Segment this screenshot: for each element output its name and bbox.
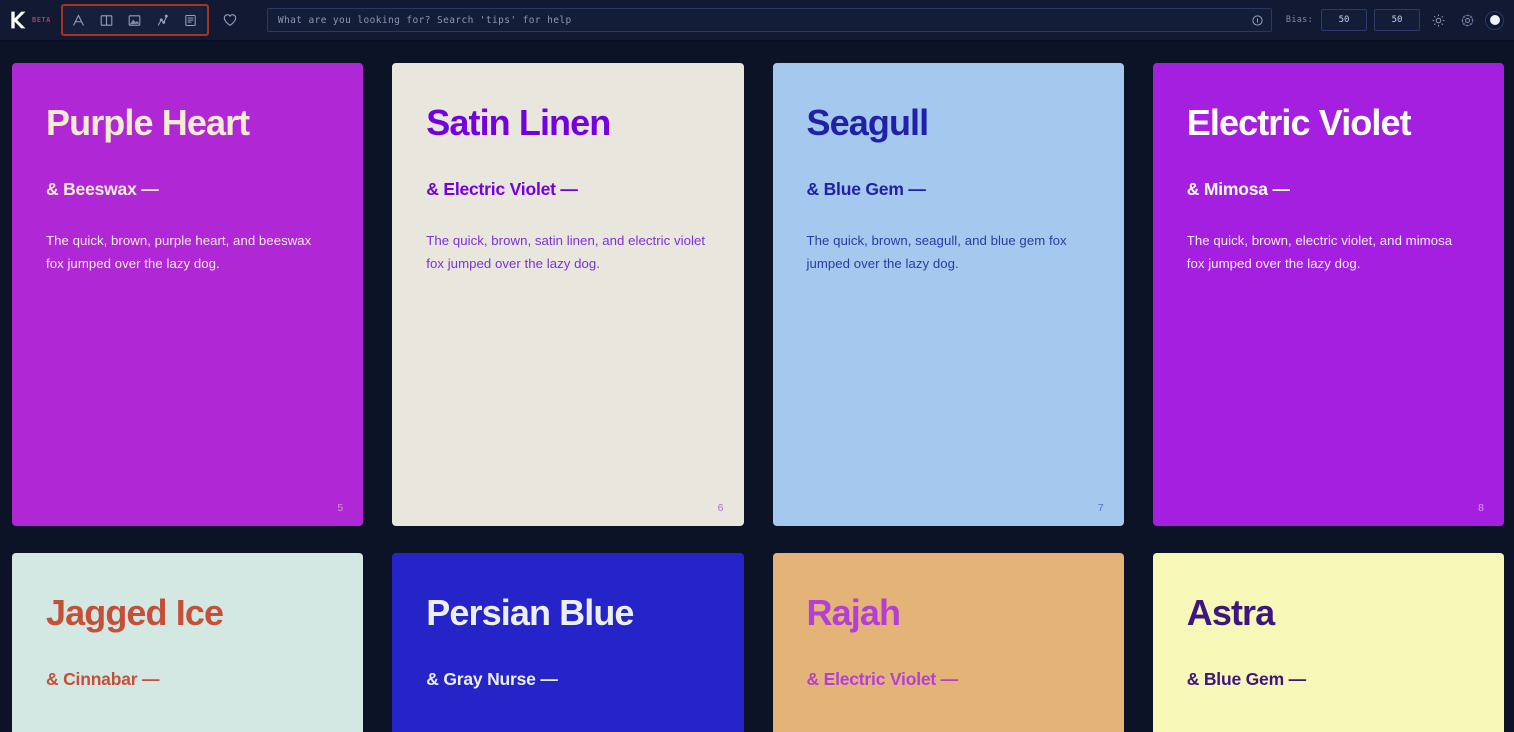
columns-icon [101,14,113,26]
search-input[interactable] [267,9,1245,31]
list-icon [185,14,197,26]
brand-subtitle: BETA [32,16,51,24]
card-index: 7 [1097,502,1104,514]
card-title: Purple Heart [46,102,250,143]
brightness-button[interactable] [1427,9,1449,31]
tool-group [60,4,209,36]
layout-tool-button[interactable] [93,8,121,32]
card-pair-label: & Electric Violet — [426,178,578,199]
typography-tool-button[interactable] [65,8,93,32]
card-pair-label: & Blue Gem — [806,178,926,199]
card-body-text: The quick, brown, electric violet, and m… [1186,232,1453,271]
card-body-text: The quick, brown, seagull, and blue gem … [806,232,1067,271]
image-tool-button[interactable] [121,8,149,32]
card-body-text: The quick, brown, satin linen, and elect… [426,232,706,271]
card-title: Rajah [806,592,901,633]
list-tool-button[interactable] [177,8,205,32]
card-pair-label: & Beeswax — [46,178,159,199]
card-title: Seagull [806,102,930,143]
card-index: 5 [337,502,344,514]
card-body-text: The quick, brown, purple heart, and bees… [46,232,312,271]
color-card[interactable]: Satin Linen & Electric Violet — The quick,… [392,63,744,526]
theme-toggle-button[interactable] [1485,10,1504,30]
card-index: 8 [1478,502,1484,514]
search-info-button[interactable] [1245,14,1271,27]
search-bar[interactable] [266,8,1272,32]
card-title: Persian Blue [426,592,634,633]
k-logo-icon [11,11,26,29]
image-icon [129,14,141,26]
favorites-button[interactable] [215,8,245,32]
color-card-grid: Purple Heart & Beeswax — The quick, brown,… [0,41,1514,732]
card-pair-label: & Electric Violet — [806,668,959,689]
heart-icon [223,14,237,27]
bias-field-two[interactable] [1374,9,1420,31]
gear-icon [1461,14,1473,26]
card-pair-label: & Gray Nurse — [426,668,558,689]
color-card[interactable]: Rajah & Electric Violet — [772,553,1124,732]
info-circle-icon [1252,14,1263,26]
scatter-tool-button[interactable] [149,8,177,32]
card-title: Jagged Ice [46,592,224,633]
bias-field-one[interactable] [1321,9,1367,31]
bias-label: Bias: [1285,15,1313,25]
color-card[interactable]: Seagull & Blue Gem — The quick, brown, sea… [772,63,1124,526]
color-card[interactable]: Astra & Blue Gem — [1152,553,1504,732]
scatter-plot-icon [158,14,169,26]
card-pair-label: & Blue Gem — [1186,668,1306,689]
card-title: Astra [1186,592,1275,633]
color-card[interactable]: Persian Blue & Gray Nurse — [392,553,744,732]
brand-logo[interactable]: BETA [8,10,51,30]
card-index: 6 [717,502,724,514]
color-card[interactable]: Jagged Ice & Cinnabar — [12,553,364,732]
card-title: Satin Linen [426,102,611,143]
color-card[interactable]: Purple Heart & Beeswax — The quick, brown,… [12,63,364,526]
card-pair-label: & Mimosa — [1186,178,1290,199]
top-toolbar: BETA What are you looking for? Search 't… [0,0,1514,41]
brightness-icon [1432,14,1444,26]
theme-toggle-dot [1489,15,1500,25]
settings-button[interactable] [1456,9,1478,31]
letter-a-icon [73,13,85,26]
card-title: Electric Violet [1186,102,1412,143]
right-tool-cluster: Bias: [1286,9,1504,31]
card-pair-label: & Cinnabar — [46,668,160,689]
color-card[interactable]: Electric Violet & Mimosa — The quick, brow… [1152,63,1504,526]
